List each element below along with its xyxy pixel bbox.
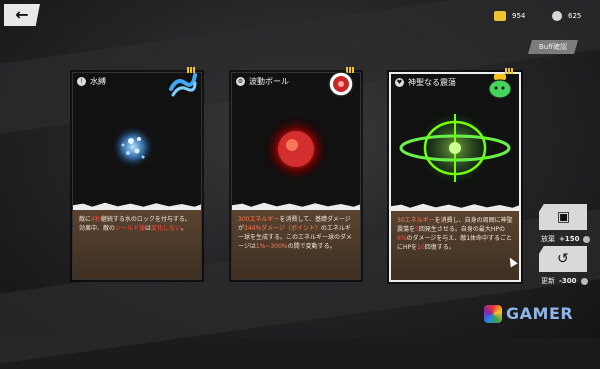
card-description: 30エネルギーを消費し、自身の周囲に神聖震蕩を5回発生させる。自身の最大HPの8…	[391, 203, 519, 280]
paper-tear	[73, 202, 201, 210]
card-title: 水縛	[90, 76, 106, 86]
red-energy-ball-art	[262, 115, 330, 183]
gamer-text: GAMER	[506, 304, 574, 323]
paper-tear	[232, 202, 360, 210]
card-title: 波動ボール	[249, 76, 289, 86]
gem-counter: 625	[552, 10, 581, 22]
abandon-button[interactable]: ▣	[539, 204, 587, 230]
card-description: 300エネルギーを消費して、基礎ダメージが344%ダメージ（ポイント）のエネルギ…	[232, 202, 360, 279]
gold-value: 954	[512, 12, 526, 20]
gem-icon	[552, 11, 562, 21]
heart-icon: ♥	[395, 77, 404, 87]
gamer-watermark: GAMER	[484, 304, 573, 323]
top-bar: ← 954 625	[0, 0, 600, 32]
refresh-value: -300	[559, 277, 577, 285]
water-sparkle-art	[111, 125, 155, 169]
refresh-label: 更新	[541, 277, 555, 285]
gold-counter: 954	[494, 10, 525, 22]
coin-icon	[583, 235, 591, 243]
refresh-button[interactable]: ↺	[539, 246, 587, 272]
back-arrow-icon: ←	[15, 5, 29, 24]
card-title: 神聖なる震蕩	[408, 77, 456, 87]
skill-card-wave-ball[interactable]: ⚙ 波動ボール 300エネルギーを消費して、基礎ダメージが344%ダメージ（ポイ…	[231, 67, 361, 280]
box-icon: ▣	[557, 209, 571, 225]
skill-type-icon: !	[77, 76, 86, 86]
abandon-row: 放棄 +150	[541, 234, 591, 244]
back-button[interactable]: ←	[4, 4, 40, 26]
gold-icon	[494, 11, 506, 21]
gem-value: 625	[568, 12, 582, 20]
gamer-logo-icon	[484, 304, 502, 323]
buff-check-button[interactable]: Buff確認	[528, 40, 578, 54]
abandon-label: 放棄	[541, 235, 555, 243]
card-description: 敵に4秒継続する水のロックを付与する。効果中、敵のシールド値は変化しない。	[73, 202, 201, 279]
coin-icon	[580, 277, 588, 285]
green-tremor-ring-art	[399, 108, 511, 188]
abandon-value: +150	[559, 235, 580, 243]
refresh-icon: ↺	[557, 251, 569, 267]
gear-icon: ⚙	[236, 76, 245, 86]
skill-card-water-bind[interactable]: ! 水縛 敵に4秒継続する水のロックを付与する。効果中、敵のシールド値は変化しな…	[72, 67, 202, 280]
paper-tear	[391, 203, 519, 211]
refresh-row: 更新 -300	[541, 276, 588, 286]
skill-card-holy-tremor[interactable]: ♥ 神聖なる震蕩 30エネルギーを消費し、自身の周囲に神聖震蕩を5回発生させる。…	[389, 68, 521, 282]
